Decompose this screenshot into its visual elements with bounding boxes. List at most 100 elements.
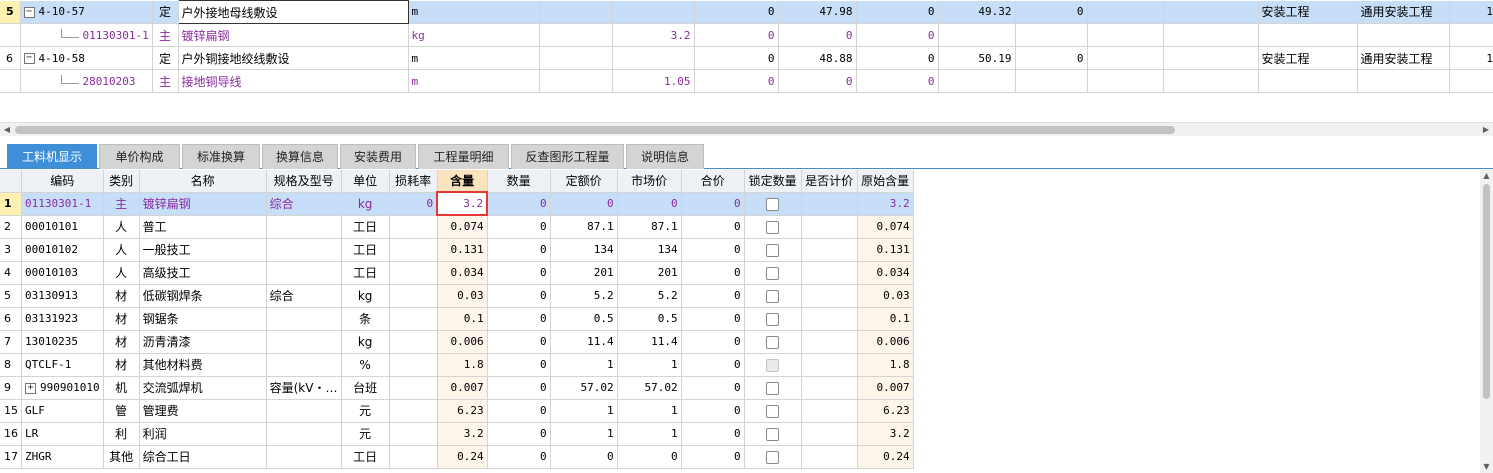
quantity-content-cell[interactable]: 1.8 [437,353,488,377]
quota-cell-sub-category[interactable] [1357,23,1450,47]
column-header[interactable]: 是否计价 [801,170,858,193]
resource-row[interactable]: 4 00010103 人高级技工 工日 0.034 0 201 201 0 0.034 [0,261,914,285]
amount-cell[interactable]: 0 [487,261,551,285]
quota-cell-c7[interactable]: 0 [1015,0,1088,24]
quota-cell-c3[interactable]: 0 [694,23,779,47]
quota-price-cell[interactable]: 87.1 [550,215,618,239]
collapse-icon[interactable]: − [23,53,35,64]
lock-quantity-cell[interactable] [744,399,802,423]
quantity-content-cell[interactable]: 0.131 [437,238,488,262]
quota-cell-c9[interactable] [1163,69,1259,93]
total-price-cell[interactable]: 0 [681,445,745,469]
quota-row[interactable]: 28010203 主接地铜导线 m 1.05 0 0 0 [0,69,1493,93]
quota-cell-category[interactable]: 安装工程 [1258,46,1358,70]
resource-row[interactable]: 2 00010101 人普工 工日 0.074 0 87.1 87.1 0 0.074 [0,215,914,239]
loss-rate-cell[interactable] [389,330,438,354]
resource-spec[interactable] [266,399,342,423]
resource-name[interactable]: 高级技工 [139,261,267,285]
resource-unit[interactable]: 工日 [341,215,390,239]
total-price-cell[interactable]: 0 [681,238,745,262]
resource-spec[interactable] [266,307,342,331]
quota-name[interactable]: 户外铜接地绞线敷设 [178,46,409,70]
quota-cell-c2[interactable] [612,46,695,70]
amount-cell[interactable]: 0 [487,353,551,377]
quota-cell-unit[interactable]: m [408,46,540,70]
resource-spec[interactable]: 综合 [266,192,342,216]
resource-type[interactable]: 材 [103,353,140,377]
lock-quantity-cell[interactable] [744,353,802,377]
quota-price-cell[interactable]: 0 [550,445,618,469]
tab-1[interactable]: 工料机显示 [7,144,97,169]
loss-rate-cell[interactable] [389,284,438,308]
quota-cell-r1[interactable] [1449,23,1493,47]
column-header[interactable]: 名称 [139,170,267,193]
resource-row[interactable]: 7 13010235 材沥青清漆 kg 0.006 0 11.4 11.4 0 0.006 [0,330,914,354]
quota-cell-category[interactable]: 安装工程 [1258,0,1358,24]
column-header[interactable]: 合价 [681,170,745,193]
is-priced-cell[interactable] [801,284,858,308]
quota-price-cell[interactable]: 201 [550,261,618,285]
quota-cell-c7[interactable]: 0 [1015,46,1088,70]
market-price-cell[interactable]: 0.5 [617,307,682,331]
row-number[interactable]: 15 [0,399,22,423]
quota-row[interactable]: 5−4-10-57 定户外接地母线敷设 m 0 47.98 0 49.32 0 安装工程 通用安装… [0,0,1493,24]
lock-quantity-checkbox[interactable] [766,335,780,349]
amount-cell[interactable]: 0 [487,192,551,216]
lock-quantity-checkbox[interactable] [766,312,780,326]
row-number[interactable]: 3 [0,238,22,262]
expand-icon[interactable]: + [25,382,36,394]
tab-6[interactable]: 工程量明细 [418,144,509,169]
original-content-cell[interactable]: 0.007 [857,376,914,400]
tab-5[interactable]: 安装费用 [340,144,416,169]
amount-cell[interactable]: 0 [487,238,551,262]
lock-quantity-checkbox[interactable] [766,197,780,211]
quota-cell-c6[interactable] [938,69,1016,93]
quota-cell-r1[interactable] [1449,69,1493,93]
total-price-cell[interactable]: 0 [681,261,745,285]
quota-row[interactable]: 01130301-1 主镀锌扁钢 kg 3.2 0 0 0 [0,23,1493,47]
original-content-cell[interactable]: 1.8 [857,353,914,377]
original-content-cell[interactable]: 3.2 [857,422,914,446]
total-price-cell[interactable]: 0 [681,192,745,216]
loss-rate-cell[interactable]: 0 [389,192,438,216]
quota-price-cell[interactable]: 5.2 [550,284,618,308]
resource-code-cell[interactable]: 00010101 [21,215,104,239]
is-priced-cell[interactable] [801,353,858,377]
resource-unit[interactable]: kg [341,330,390,354]
market-price-cell[interactable]: 5.2 [617,284,682,308]
quantity-content-cell[interactable]: 0.1 [437,307,488,331]
resource-type[interactable]: 其他 [103,445,140,469]
loss-rate-cell[interactable] [389,399,438,423]
quantity-content-cell[interactable]: 0.006 [437,330,488,354]
lock-quantity-cell[interactable] [744,422,802,446]
amount-cell[interactable]: 0 [487,284,551,308]
quota-cell-c1[interactable] [539,69,613,93]
is-priced-cell[interactable] [801,238,858,262]
original-content-cell[interactable]: 0.1 [857,307,914,331]
row-number[interactable]: 5 [0,284,22,308]
resource-name[interactable]: 综合工日 [139,445,267,469]
lock-quantity-checkbox[interactable] [766,220,780,234]
resource-spec[interactable] [266,215,342,239]
row-number[interactable]: 8 [0,353,22,377]
resource-name[interactable]: 低碳钢焊条 [139,284,267,308]
quota-code-cell[interactable]: 28010203 [20,69,153,93]
scroll-right-arrow-icon[interactable]: ▶ [1479,123,1493,137]
quota-cell-c7[interactable] [1015,23,1088,47]
total-price-cell[interactable]: 0 [681,422,745,446]
resource-code-cell[interactable]: 03130913 [21,284,104,308]
quota-code-cell[interactable]: 01130301-1 [20,23,153,47]
resource-code-cell[interactable]: +990901010 [21,376,104,400]
quota-price-cell[interactable]: 1 [550,422,618,446]
resource-unit[interactable]: 条 [341,307,390,331]
quantity-content-cell[interactable]: 6.23 [437,399,488,423]
total-price-cell[interactable]: 0 [681,399,745,423]
resource-row[interactable]: 15 GLF 管管理费元 6.23 0 1 1 0 6.23 [0,399,914,423]
lock-quantity-cell[interactable] [744,330,802,354]
row-number[interactable] [0,23,21,47]
quota-row[interactable]: 6−4-10-58 定户外铜接地绞线敷设 m 0 48.88 0 50.19 0 安装工程 通用安… [0,46,1493,70]
is-priced-cell[interactable] [801,330,858,354]
quota-cell-c8[interactable] [1087,46,1164,70]
column-header[interactable]: 含量 [437,170,488,193]
resource-unit[interactable]: kg [341,192,390,216]
